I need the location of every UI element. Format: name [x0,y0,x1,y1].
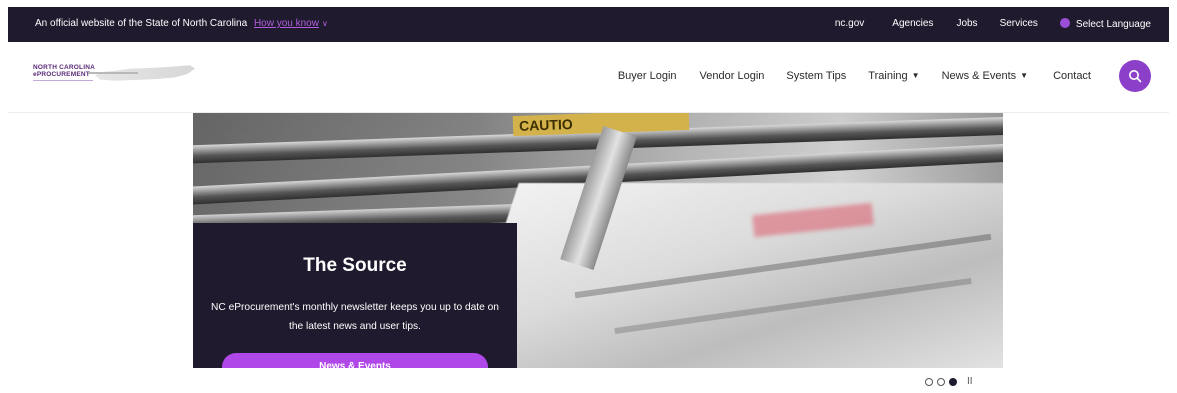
chevron-down-icon: ∨ [321,19,328,28]
select-language-label: Select Language [1075,19,1151,30]
nav-news-events[interactable]: News & Events ▼ [942,70,1029,82]
services-link[interactable]: Services [1000,18,1038,30]
globe-icon [1059,18,1070,28]
frame-left [0,0,8,393]
caret-down-icon: ▼ [911,71,920,80]
carousel-dot-3[interactable] [949,378,957,386]
nav-contact[interactable]: Contact [1053,70,1091,82]
hero-description: NC eProcurement's monthly newsletter kee… [211,302,499,332]
site-logo[interactable]: NORTH CAROLINA ePROCUREMENT [33,62,203,94]
hero-caption-panel: The Source NC eProcurement's monthly new… [193,223,517,368]
logo-underline [33,80,93,81]
gov-links: nc.gov Agencies Jobs Services Select Lan… [835,18,1151,30]
pause-icon[interactable]: II [967,377,973,387]
jobs-link[interactable]: Jobs [956,18,977,30]
ncgov-link[interactable]: nc.gov [835,18,864,30]
logo-line1: NORTH CAROLINA [33,64,96,71]
hero-title: The Source [303,255,407,276]
nav-buyer-login[interactable]: Buyer Login [618,70,677,82]
search-icon [1129,70,1142,83]
carousel-controls: II [925,377,973,387]
how-you-know-link[interactable]: How you know [254,18,319,29]
nav-vendor-login[interactable]: Vendor Login [700,70,765,82]
gov-banner: An official website of the State of Nort… [8,7,1169,42]
nav-training[interactable]: Training ▼ [868,70,919,82]
nav-news-events-label: News & Events [941,70,1017,82]
search-button[interactable] [1119,60,1151,92]
carousel-dot-2[interactable] [937,378,945,386]
caret-down-icon: ▼ [1020,71,1029,80]
nav-system-tips[interactable]: System Tips [786,70,846,82]
main-nav: Buyer Login Vendor Login System Tips Tra… [618,70,1091,82]
hero-carousel: CAUTIO The Source NC eProcurement's mont… [193,113,1003,368]
site-header: NORTH CAROLINA ePROCUREMENT Buyer Login … [8,42,1169,113]
official-website-text: An official website of the State of Nort… [35,18,328,29]
news-events-button[interactable]: News & Events [222,353,488,368]
carousel-dot-1[interactable] [925,378,933,386]
logo-tagline-mark [88,72,138,74]
official-text: An official website of the State of Nort… [35,18,248,29]
agencies-link[interactable]: Agencies [892,18,933,30]
logo-line2: ePROCUREMENT [33,71,90,78]
select-language-button[interactable]: Select Language [1059,18,1151,30]
nav-training-label: Training [868,70,908,82]
frame-right [1169,0,1177,393]
